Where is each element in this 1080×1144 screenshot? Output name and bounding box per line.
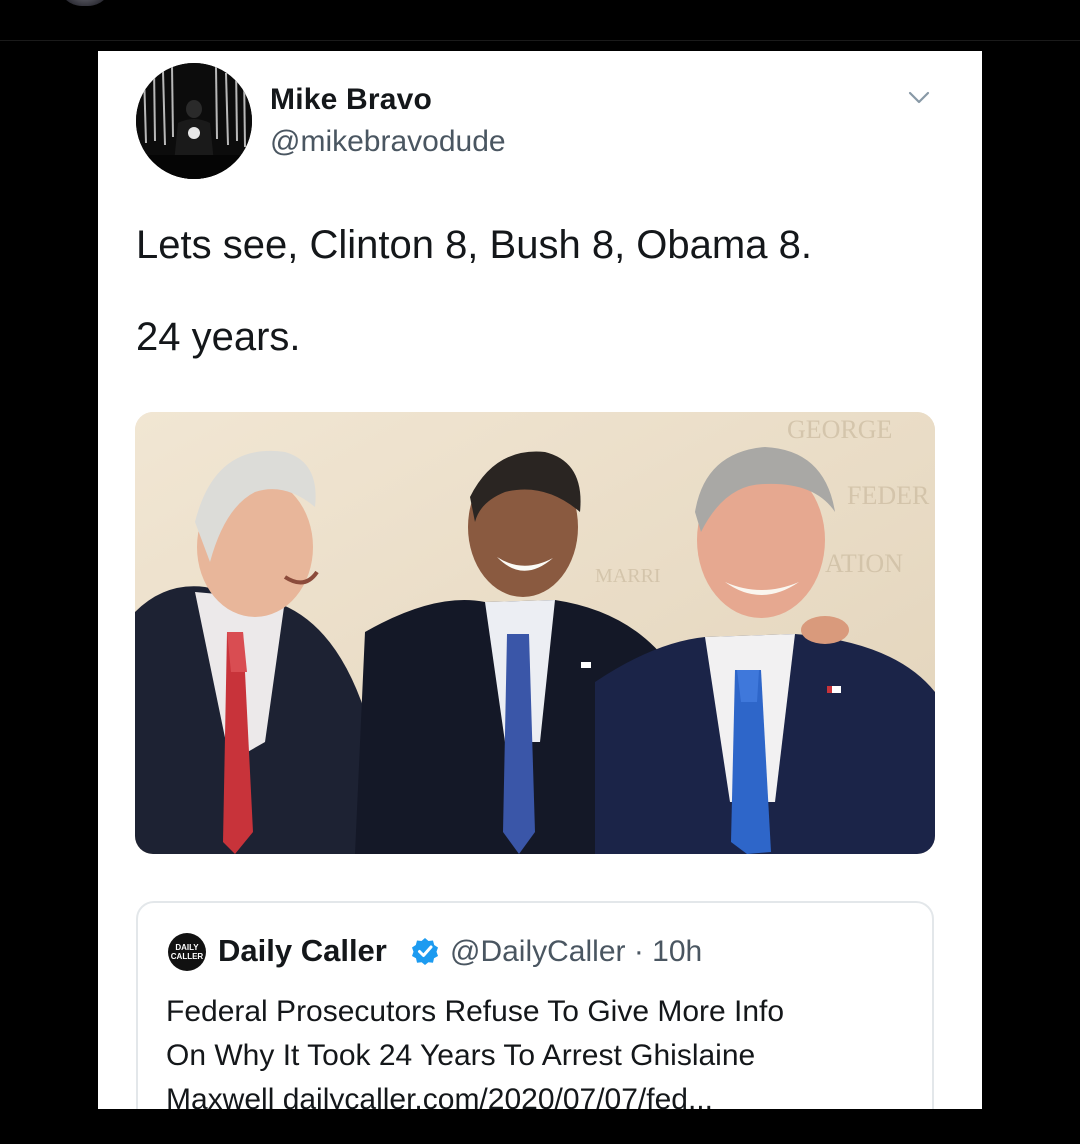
quoted-text-line-3[interactable]: Maxwell dailycaller.com/2020/07/07/fed..… — [166, 1083, 713, 1109]
avatar-image — [136, 63, 252, 179]
logo-text-line-2: CALLER — [170, 952, 204, 961]
author-avatar[interactable] — [136, 63, 252, 179]
tweet-photo[interactable]: GEORGE FEDER ATION MARRI — [135, 412, 935, 854]
wall-text-marri: MARRI — [595, 565, 661, 587]
wall-text-feder: FEDER — [847, 481, 930, 510]
tweet-text-line-1: Lets see, Clinton 8, Bush 8, Obama 8. — [136, 223, 812, 267]
daily-caller-logo-icon: DAILY CALLER — [168, 933, 206, 971]
verified-badge-icon — [412, 938, 438, 965]
screenshot-frame: Mike Bravo @mikebravodude Lets see, Clin… — [0, 0, 1080, 1144]
tweet-card: Mike Bravo @mikebravodude Lets see, Clin… — [98, 51, 982, 1109]
photo-three-men-laughing: GEORGE FEDER ATION MARRI — [135, 412, 935, 854]
quoted-handle-time: @DailyCaller · 10h — [450, 935, 703, 968]
author-handle[interactable]: @mikebravodude — [270, 125, 506, 159]
tweet-text-line-2: 24 years. — [136, 315, 301, 359]
logo-text-line-1: DAILY — [175, 943, 199, 952]
quoted-author-name[interactable]: Daily Caller — [218, 933, 387, 969]
chevron-down-icon[interactable] — [904, 85, 934, 109]
wall-text-ation: ATION — [825, 549, 903, 578]
quoted-text-line-1: Federal Prosecutors Refuse To Give More … — [166, 995, 785, 1028]
quoted-text-line-2: On Why It Took 24 Years To Arrest Ghisla… — [166, 1039, 756, 1072]
top-avatar[interactable] — [58, 0, 112, 6]
wall-text-george: GEORGE — [787, 415, 892, 444]
quoted-tweet[interactable]: DAILY CALLER Daily Caller @DailyCaller ·… — [136, 901, 934, 1109]
author-name[interactable]: Mike Bravo — [270, 83, 432, 117]
top-bar — [0, 0, 1080, 41]
